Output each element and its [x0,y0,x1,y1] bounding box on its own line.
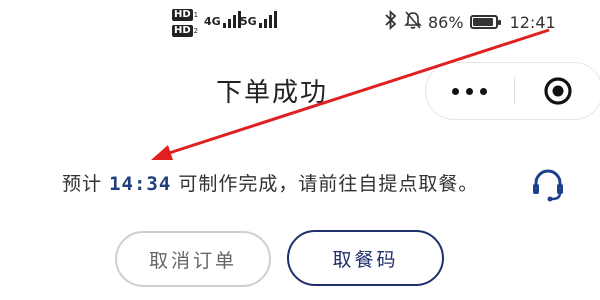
cancel-order-button[interactable]: 取消订单 [115,231,271,287]
pickup-code-button[interactable]: 取餐码 [287,230,444,286]
